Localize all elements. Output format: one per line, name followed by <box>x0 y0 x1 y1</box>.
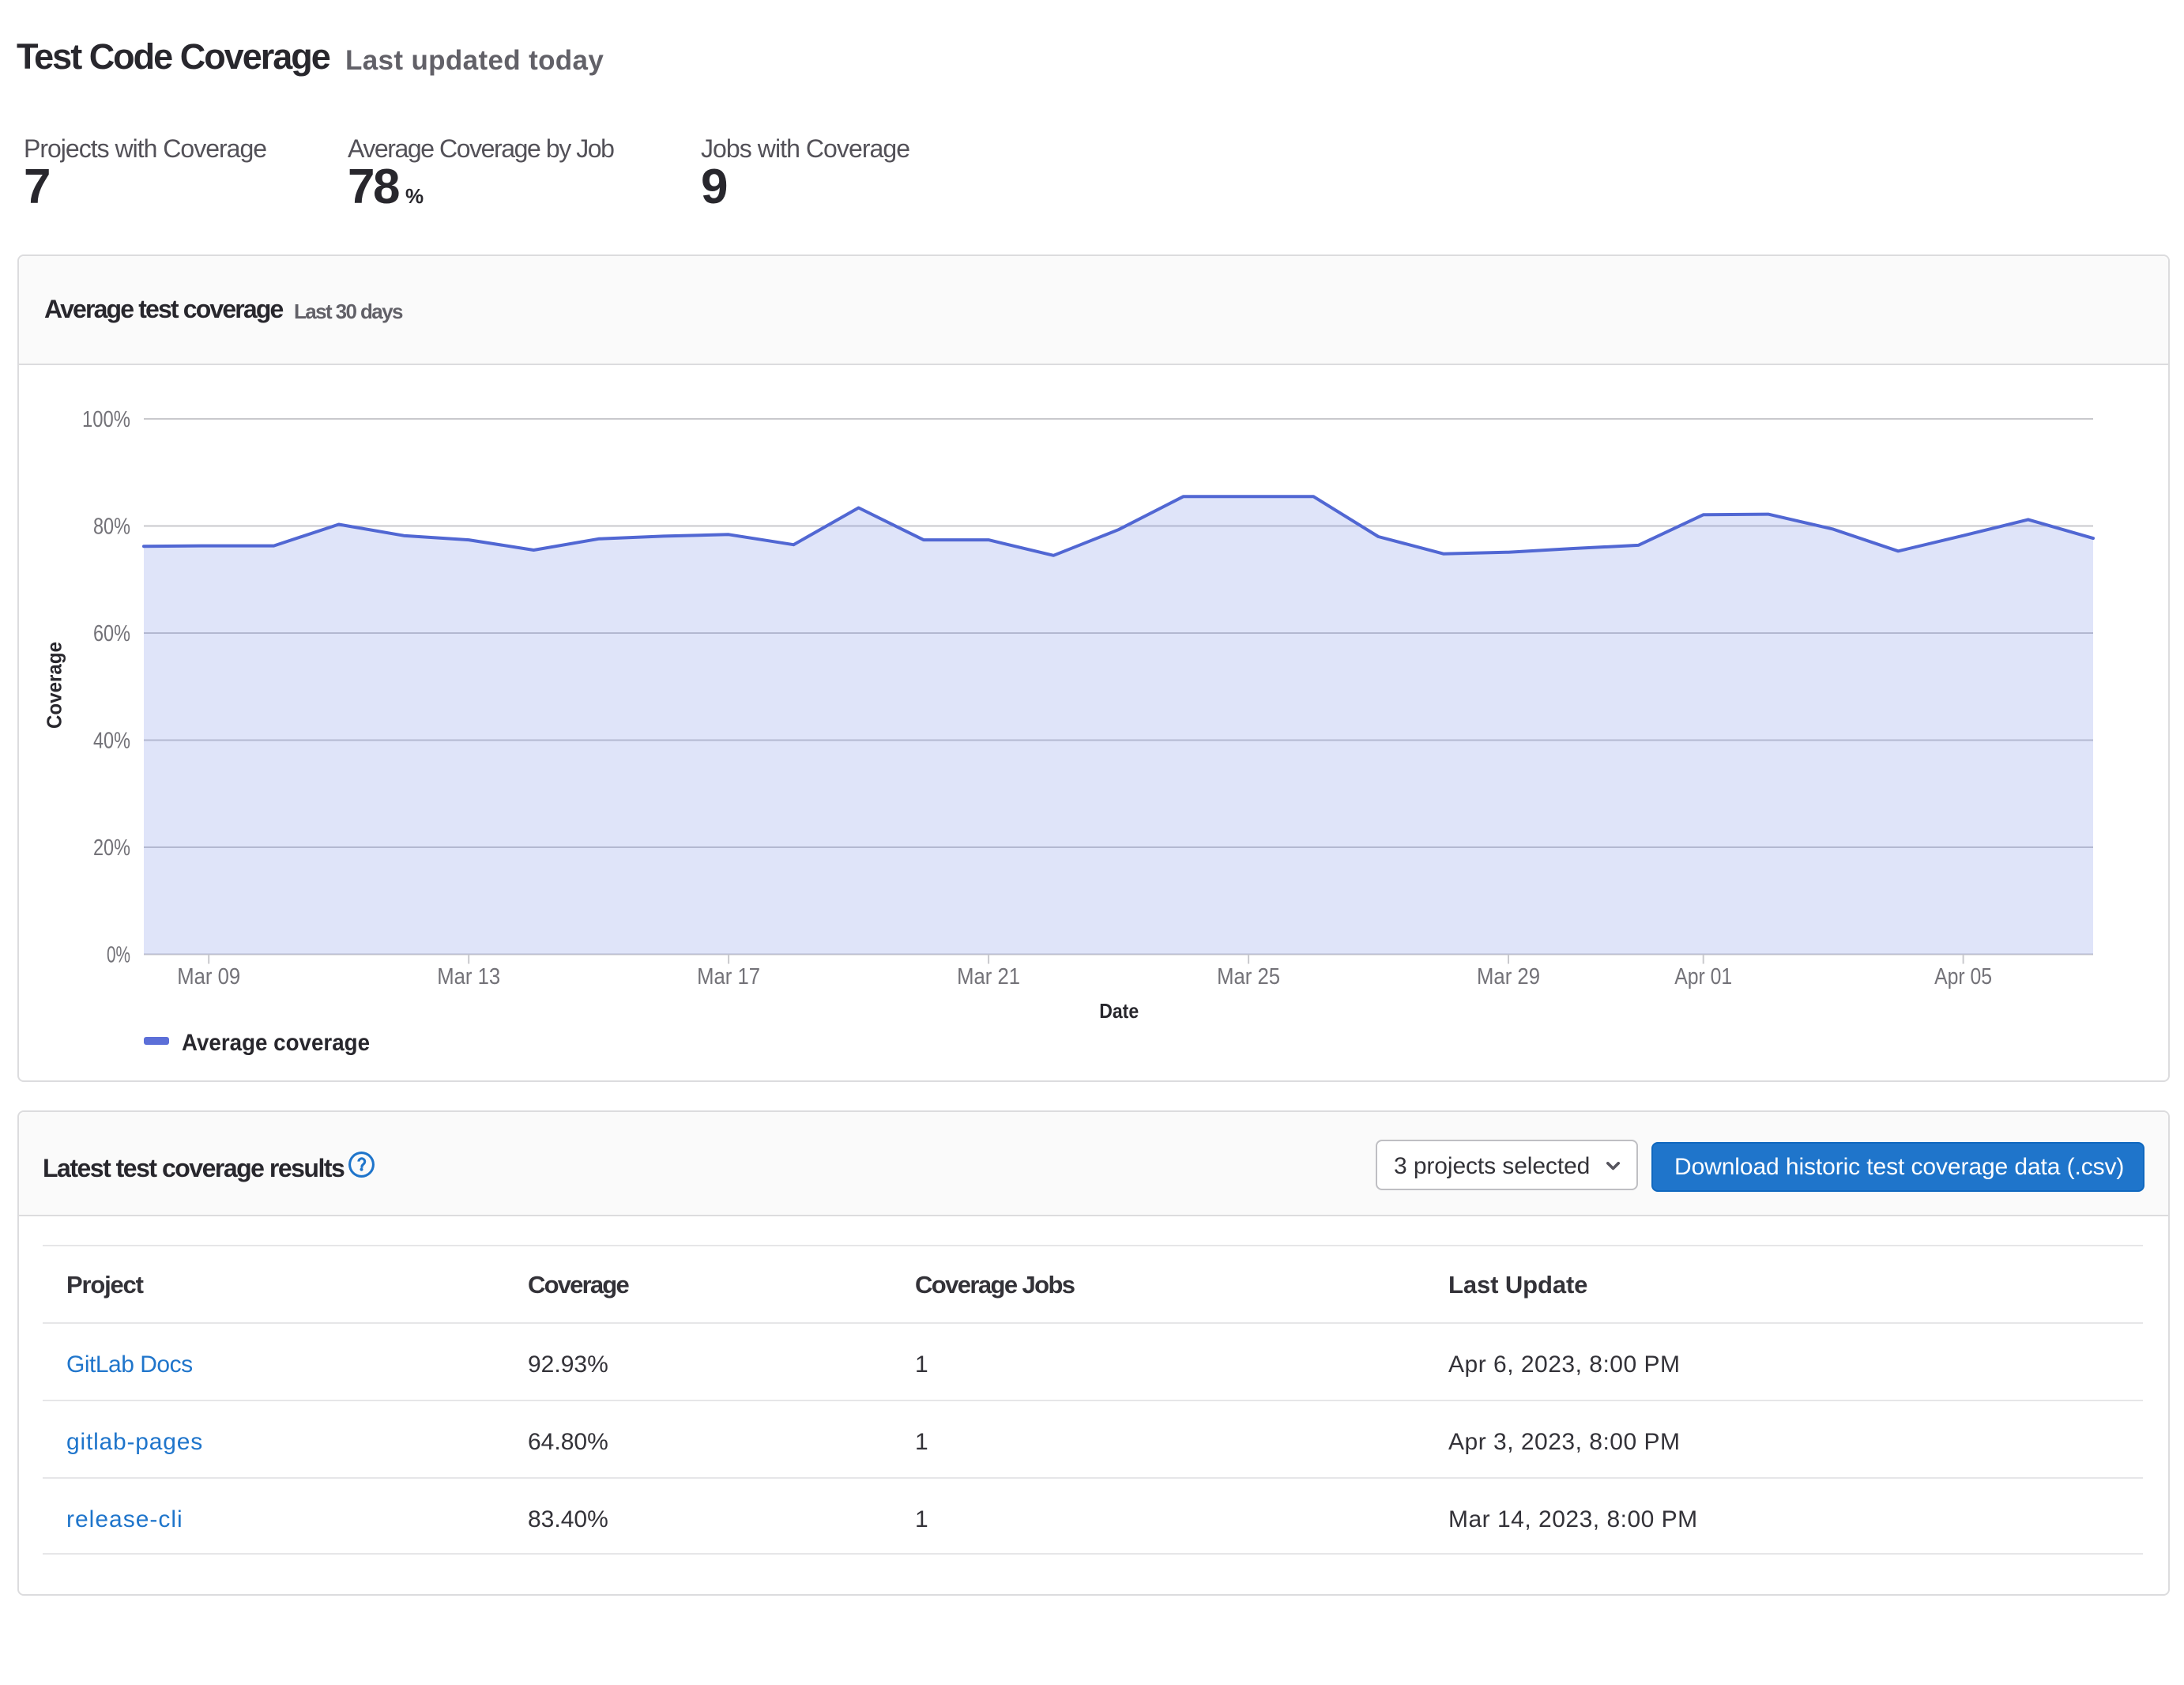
svg-text:Mar 21: Mar 21 <box>957 964 1020 990</box>
svg-text:80%: 80% <box>93 515 130 540</box>
svg-text:100%: 100% <box>82 407 130 432</box>
svg-text:Mar 29: Mar 29 <box>1477 964 1540 990</box>
svg-text:Average coverage: Average coverage <box>182 1030 370 1056</box>
svg-text:Mar 17: Mar 17 <box>697 964 760 990</box>
svg-text:Coverage: Coverage <box>43 642 66 729</box>
svg-text:60%: 60% <box>93 621 130 646</box>
svg-text:20%: 20% <box>93 835 130 861</box>
svg-text:Mar 09: Mar 09 <box>177 964 240 990</box>
svg-text:40%: 40% <box>93 729 130 754</box>
svg-text:0%: 0% <box>107 943 130 968</box>
svg-text:Apr 05: Apr 05 <box>1934 964 1992 990</box>
svg-text:Date: Date <box>1099 999 1139 1023</box>
svg-text:Apr 01: Apr 01 <box>1674 964 1732 990</box>
svg-text:Mar 25: Mar 25 <box>1217 964 1280 990</box>
svg-text:Mar 13: Mar 13 <box>437 964 500 990</box>
